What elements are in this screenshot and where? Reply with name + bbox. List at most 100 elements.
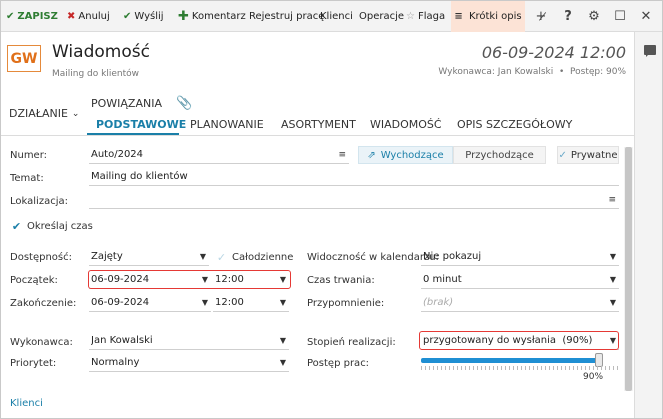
calendar-visibility-value: Nie pokazuj [423,251,482,262]
priority-value: Normalny [91,357,140,368]
menu-icon[interactable]: ≡ [608,195,616,205]
chevron-down-icon: ⌄ [71,108,80,119]
toolbar: ✔ ZAPISZ ✖ Anuluj ✔ Wyślij ✚ Komentarz Rejes… [1,1,662,32]
side-panel [634,32,662,418]
checkmark-icon: ✔ [11,220,22,233]
duration-select[interactable]: 0 minut ▼ [421,271,619,289]
chevron-down-icon: ▼ [609,252,616,261]
executor-value: Jan Kowalski [91,335,153,346]
direction-outgoing-button[interactable]: ⇗ Wychodzące [358,146,453,164]
paperclip-icon[interactable]: 📎 [176,96,192,111]
maximize-icon[interactable]: ☐ [608,1,632,32]
private-label: Prywatne [570,149,618,161]
priority-select[interactable]: Normalny ▼ [89,354,289,372]
chevron-down-icon: ▼ [201,298,208,307]
availability-label: Dostępność: [10,252,72,263]
gear-icon[interactable]: ⚙ [582,1,606,32]
calendar-visibility-label: Widoczność w kalendarzu: [307,252,439,263]
plus-x-icon[interactable]: +̷ [529,1,553,32]
tab-assortment[interactable]: ASORTYMENT [281,118,356,131]
subject-value: Mailing do klientów [91,171,188,182]
duration-label: Czas trwania: [307,275,375,286]
subject-label: Temat: [10,173,44,184]
check-icon: ✔ [6,11,15,22]
tab-basic[interactable]: PODSTAWOWE [96,118,186,131]
tabs-divider [1,135,634,136]
private-checkbox[interactable]: ✓ Prywatne [557,146,619,164]
tab-details[interactable]: OPIS SZCZEGÓŁOWY [457,118,572,131]
end-time-value: 12:00 [215,297,244,308]
direction-incoming-button[interactable]: Przychodzące [453,146,546,164]
flag-button[interactable]: ☆ Flaga [406,1,445,32]
help-icon[interactable]: ? [556,1,580,32]
check-icon: ✔ [123,11,132,22]
direction-incoming-label: Przychodzące [465,149,534,161]
menu-icon: ≡ [454,11,463,22]
vertical-scrollbar[interactable] [624,147,633,391]
all-day-checkbox[interactable]: ✓ Całodzienne [215,251,294,264]
arrow-out-icon: ⇗ [367,149,376,161]
plus-icon: ✚ [178,9,189,24]
tab-planning[interactable]: PLANOWANIE [190,118,264,131]
clients-label: Klienci [320,11,353,22]
window: ✔ ZAPISZ ✖ Anuluj ✔ Wyślij ✚ Komentarz Rejes… [0,0,663,419]
chevron-down-icon: ▼ [279,358,286,367]
tab-message[interactable]: WIADOMOŚĆ [370,118,442,131]
header-meta: Wykonawca: Jan Kowalski • Postęp: 90% [438,67,626,77]
priority-label: Priorytet: [10,358,57,369]
page-subtitle: Mailing do klientów [52,69,139,79]
end-time-select[interactable]: 12:00 ▼ [213,294,289,312]
menu-icon[interactable]: ≡ [338,150,346,160]
short-description-button[interactable]: ≡ Krótki opis [451,1,525,32]
specify-time-checkbox[interactable]: ✔ Określaj czas [10,220,93,233]
reminder-label: Przypomnienie: [307,298,385,309]
start-label: Początek: [10,275,58,286]
action-menu[interactable]: DZIAŁANIE ⌄ [9,107,79,120]
scrollbar-thumb[interactable] [625,147,632,391]
number-field[interactable]: Auto/2024 ≡ [89,146,349,164]
action-label: DZIAŁANIE [9,107,68,120]
links-tab[interactable]: POWIĄZANIA 📎 [91,96,192,111]
location-input[interactable]: ≡ [89,191,619,209]
clients-button[interactable]: Klienci [320,1,353,32]
operations-button[interactable]: Operacje [359,1,404,32]
availability-value: Zajęty [91,251,123,262]
save-label: ZAPISZ [17,11,58,22]
chevron-down-icon: ▼ [279,336,286,345]
status-label: Stopień realizacji: [307,337,396,348]
comment-button[interactable]: ✚ Komentarz [178,1,246,32]
chevron-down-icon: ▼ [199,252,206,261]
chevron-down-icon: ▼ [279,298,286,307]
reminder-select[interactable]: (brak) ▼ [421,294,619,312]
availability-select[interactable]: Zajęty ▼ [89,248,209,266]
register-work-button[interactable]: Rejestruj pracę [249,1,324,32]
specify-time-label: Określaj czas [27,221,93,232]
location-label: Lokalizacja: [10,196,68,207]
calendar-visibility-select[interactable]: Nie pokazuj ▼ [421,248,619,266]
close-icon[interactable]: ✕ [634,1,658,32]
save-button[interactable]: ✔ ZAPISZ [6,1,58,32]
comment-icon[interactable] [644,45,656,57]
end-date-select[interactable]: 06-09-2024 ▼ [89,294,211,312]
links-label: POWIĄZANIA [91,97,162,110]
executor-select[interactable]: Jan Kowalski ▼ [89,332,289,350]
clients-link[interactable]: Klienci [10,398,43,409]
subject-input[interactable]: Mailing do klientów [89,168,619,186]
send-button[interactable]: ✔ Wyślij [123,1,164,32]
flag-label: Flaga [417,11,446,22]
start-highlight [88,270,291,289]
checkbox-icon: ✓ [216,251,227,264]
reminder-placeholder: (brak) [423,297,454,308]
short-description-label: Krótki opis [468,11,522,22]
end-date-value: 06-09-2024 [91,297,150,308]
progress-slider-handle[interactable] [595,353,603,367]
cancel-label: Anuluj [78,11,110,22]
send-label: Wyślij [134,11,164,22]
direction-outgoing-label: Wychodzące [380,149,444,161]
header-date: 06-09-2024 12:00 [481,43,626,62]
chevron-down-icon: ▼ [609,275,616,284]
star-icon: ☆ [406,11,415,22]
progress-slider-track[interactable] [421,358,599,363]
page-title: Wiadomość [52,42,150,62]
cancel-button[interactable]: ✖ Anuluj [67,1,110,32]
